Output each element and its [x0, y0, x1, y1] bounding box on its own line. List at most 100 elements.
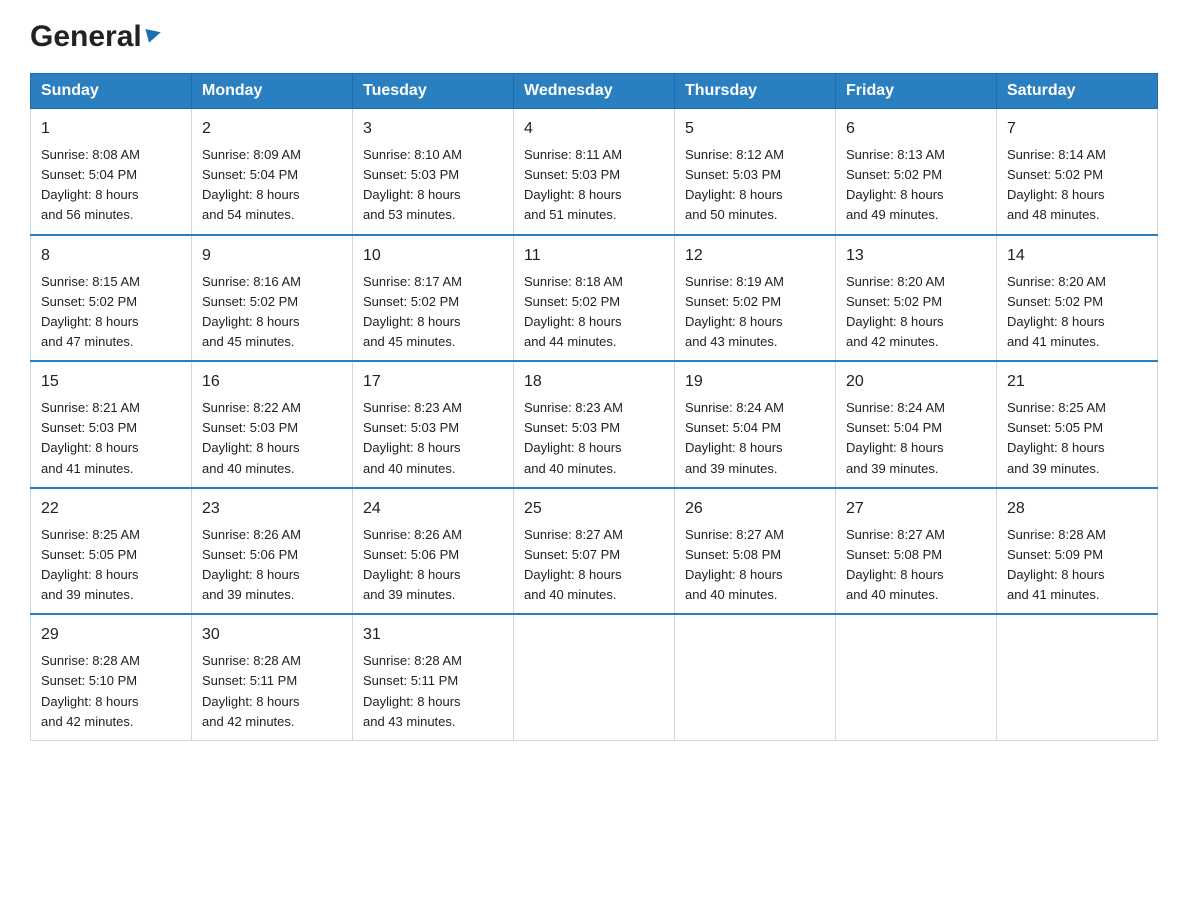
day-info: Sunrise: 8:08 AMSunset: 5:04 PMDaylight:… — [41, 145, 181, 226]
calendar-cell: 21 Sunrise: 8:25 AMSunset: 5:05 PMDayligh… — [997, 361, 1158, 488]
calendar-cell: 26 Sunrise: 8:27 AMSunset: 5:08 PMDayligh… — [675, 488, 836, 615]
calendar-cell: 18Sunrise: 8:23 AMSunset: 5:03 PMDayligh… — [514, 361, 675, 488]
day-info: Sunrise: 8:27 AMSunset: 5:08 PMDaylight:… — [846, 525, 986, 606]
calendar-cell: 28Sunrise: 8:28 AMSunset: 5:09 PMDayligh… — [997, 488, 1158, 615]
logo-triangle-icon — [145, 25, 163, 48]
day-number: 14 — [1007, 244, 1147, 268]
day-info: Sunrise: 8:14 AMSunset: 5:02 PMDaylight:… — [1007, 145, 1147, 226]
col-header-saturday: Saturday — [997, 74, 1158, 109]
day-number: 13 — [846, 244, 986, 268]
calendar-cell: 6 Sunrise: 8:13 AMSunset: 5:02 PMDaylight… — [836, 109, 997, 235]
day-info: Sunrise: 8:27 AMSunset: 5:08 PMDaylight:… — [685, 525, 825, 606]
calendar-cell — [836, 614, 997, 740]
day-number: 26 — [685, 497, 825, 521]
calendar-cell: 17 Sunrise: 8:23 AMSunset: 5:03 PMDayligh… — [353, 361, 514, 488]
day-number: 18 — [524, 370, 664, 394]
day-number: 6 — [846, 117, 986, 141]
calendar-cell: 31 Sunrise: 8:28 AMSunset: 5:11 PMDayligh… — [353, 614, 514, 740]
col-header-monday: Monday — [192, 74, 353, 109]
day-number: 3 — [363, 117, 503, 141]
day-number: 20 — [846, 370, 986, 394]
calendar-cell: 15 Sunrise: 8:21 AMSunset: 5:03 PMDayligh… — [31, 361, 192, 488]
col-header-tuesday: Tuesday — [353, 74, 514, 109]
day-info: Sunrise: 8:28 AMSunset: 5:11 PMDaylight:… — [202, 651, 342, 732]
calendar-cell: 20 Sunrise: 8:24 AMSunset: 5:04 PMDayligh… — [836, 361, 997, 488]
logo-general: General — [30, 20, 142, 53]
day-number: 7 — [1007, 117, 1147, 141]
day-info: Sunrise: 8:16 AMSunset: 5:02 PMDaylight:… — [202, 272, 342, 353]
calendar-cell — [514, 614, 675, 740]
calendar-cell: 4Sunrise: 8:11 AMSunset: 5:03 PMDaylight… — [514, 109, 675, 235]
calendar-cell: 13 Sunrise: 8:20 AMSunset: 5:02 PMDayligh… — [836, 235, 997, 362]
col-header-friday: Friday — [836, 74, 997, 109]
day-info: Sunrise: 8:17 AMSunset: 5:02 PMDaylight:… — [363, 272, 503, 353]
day-info: Sunrise: 8:28 AMSunset: 5:11 PMDaylight:… — [363, 651, 503, 732]
day-number: 1 — [41, 117, 181, 141]
calendar-cell — [997, 614, 1158, 740]
day-info: Sunrise: 8:24 AMSunset: 5:04 PMDaylight:… — [685, 398, 825, 479]
calendar-table: SundayMondayTuesdayWednesdayThursdayFrid… — [30, 73, 1158, 741]
calendar-cell: 3 Sunrise: 8:10 AMSunset: 5:03 PMDaylight… — [353, 109, 514, 235]
day-info: Sunrise: 8:28 AMSunset: 5:10 PMDaylight:… — [41, 651, 181, 732]
day-number: 29 — [41, 623, 181, 647]
page-header: General — [30, 20, 1158, 53]
day-number: 11 — [524, 244, 664, 268]
calendar-cell: 9Sunrise: 8:16 AMSunset: 5:02 PMDaylight… — [192, 235, 353, 362]
day-info: Sunrise: 8:13 AMSunset: 5:02 PMDaylight:… — [846, 145, 986, 226]
day-info: Sunrise: 8:27 AMSunset: 5:07 PMDaylight:… — [524, 525, 664, 606]
day-number: 24 — [363, 497, 503, 521]
calendar-cell: 29 Sunrise: 8:28 AMSunset: 5:10 PMDayligh… — [31, 614, 192, 740]
day-number: 22 — [41, 497, 181, 521]
day-info: Sunrise: 8:19 AMSunset: 5:02 PMDaylight:… — [685, 272, 825, 353]
day-info: Sunrise: 8:20 AMSunset: 5:02 PMDaylight:… — [846, 272, 986, 353]
day-number: 19 — [685, 370, 825, 394]
day-info: Sunrise: 8:09 AMSunset: 5:04 PMDaylight:… — [202, 145, 342, 226]
day-info: Sunrise: 8:25 AMSunset: 5:05 PMDaylight:… — [1007, 398, 1147, 479]
day-number: 23 — [202, 497, 342, 521]
calendar-cell: 11 Sunrise: 8:18 AMSunset: 5:02 PMDayligh… — [514, 235, 675, 362]
day-info: Sunrise: 8:24 AMSunset: 5:04 PMDaylight:… — [846, 398, 986, 479]
calendar-cell: 14 Sunrise: 8:20 AMSunset: 5:02 PMDayligh… — [997, 235, 1158, 362]
day-info: Sunrise: 8:28 AMSunset: 5:09 PMDaylight:… — [1007, 525, 1147, 606]
calendar-cell: 25 Sunrise: 8:27 AMSunset: 5:07 PMDayligh… — [514, 488, 675, 615]
day-number: 2 — [202, 117, 342, 141]
day-number: 8 — [41, 244, 181, 268]
day-info: Sunrise: 8:20 AMSunset: 5:02 PMDaylight:… — [1007, 272, 1147, 353]
day-info: Sunrise: 8:12 AMSunset: 5:03 PMDaylight:… — [685, 145, 825, 226]
day-number: 12 — [685, 244, 825, 268]
col-header-thursday: Thursday — [675, 74, 836, 109]
day-info: Sunrise: 8:10 AMSunset: 5:03 PMDaylight:… — [363, 145, 503, 226]
day-number: 10 — [363, 244, 503, 268]
day-info: Sunrise: 8:26 AMSunset: 5:06 PMDaylight:… — [363, 525, 503, 606]
calendar-cell — [675, 614, 836, 740]
col-header-wednesday: Wednesday — [514, 74, 675, 109]
logo: General — [30, 20, 163, 53]
day-number: 30 — [202, 623, 342, 647]
calendar-cell: 2 Sunrise: 8:09 AMSunset: 5:04 PMDaylight… — [192, 109, 353, 235]
day-info: Sunrise: 8:23 AMSunset: 5:03 PMDaylight:… — [363, 398, 503, 479]
calendar-cell: 19 Sunrise: 8:24 AMSunset: 5:04 PMDayligh… — [675, 361, 836, 488]
calendar-cell: 8 Sunrise: 8:15 AMSunset: 5:02 PMDaylight… — [31, 235, 192, 362]
day-number: 31 — [363, 623, 503, 647]
day-info: Sunrise: 8:22 AMSunset: 5:03 PMDaylight:… — [202, 398, 342, 479]
day-number: 25 — [524, 497, 664, 521]
calendar-cell: 22 Sunrise: 8:25 AMSunset: 5:05 PMDayligh… — [31, 488, 192, 615]
day-info: Sunrise: 8:25 AMSunset: 5:05 PMDaylight:… — [41, 525, 181, 606]
day-number: 27 — [846, 497, 986, 521]
day-number: 15 — [41, 370, 181, 394]
day-number: 21 — [1007, 370, 1147, 394]
day-info: Sunrise: 8:21 AMSunset: 5:03 PMDaylight:… — [41, 398, 181, 479]
calendar-cell: 1 Sunrise: 8:08 AMSunset: 5:04 PMDaylight… — [31, 109, 192, 235]
calendar-cell: 27 Sunrise: 8:27 AMSunset: 5:08 PMDayligh… — [836, 488, 997, 615]
col-header-sunday: Sunday — [31, 74, 192, 109]
day-info: Sunrise: 8:15 AMSunset: 5:02 PMDaylight:… — [41, 272, 181, 353]
day-info: Sunrise: 8:26 AMSunset: 5:06 PMDaylight:… — [202, 525, 342, 606]
calendar-cell: 16Sunrise: 8:22 AMSunset: 5:03 PMDayligh… — [192, 361, 353, 488]
day-info: Sunrise: 8:18 AMSunset: 5:02 PMDaylight:… — [524, 272, 664, 353]
calendar-cell: 23 Sunrise: 8:26 AMSunset: 5:06 PMDayligh… — [192, 488, 353, 615]
calendar-cell: 24 Sunrise: 8:26 AMSunset: 5:06 PMDayligh… — [353, 488, 514, 615]
day-number: 17 — [363, 370, 503, 394]
day-number: 5 — [685, 117, 825, 141]
calendar-cell: 30 Sunrise: 8:28 AMSunset: 5:11 PMDayligh… — [192, 614, 353, 740]
calendar-cell: 7 Sunrise: 8:14 AMSunset: 5:02 PMDaylight… — [997, 109, 1158, 235]
